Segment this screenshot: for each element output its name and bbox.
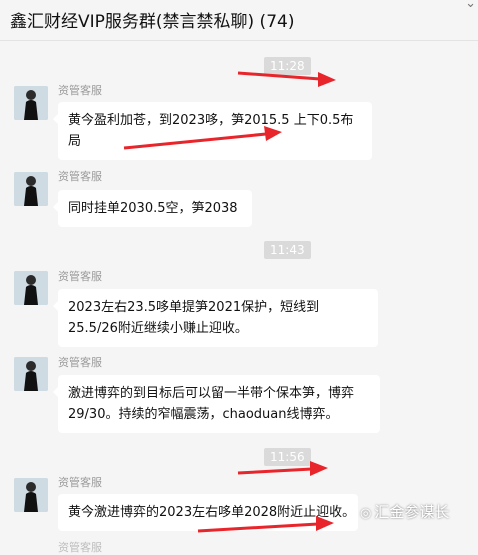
weibo-icon: ◎ (360, 506, 372, 521)
avatar-icon (14, 478, 48, 512)
watermark-text: 汇金参谋长 (374, 503, 450, 521)
chat-title: 鑫汇财经VIP服务群(禁言禁私聊) (74) (10, 12, 295, 32)
message-bubble[interactable]: 黄今盈利加苍，到2023哆，笋2015.5 上下0.5布局 (53, 102, 372, 160)
timestamp: 11:43 (264, 241, 311, 259)
message-bubble[interactable]: 激进博弈的到目标后可以留一半带个保本笋，博弈29/30。持续的窄幅震荡，chao… (53, 375, 380, 433)
timestamp: 11:28 (264, 57, 311, 75)
sender-name: 资管客服 (58, 270, 102, 283)
sender-name: 资管客服 (58, 84, 102, 97)
message-bubble[interactable]: 黄今激进博弈的2023左右哆单2028附近止迎收。 (58, 494, 358, 531)
avatar-icon (14, 172, 48, 206)
sender-name: 资管客服 (58, 356, 102, 369)
sender-name: 资管客服 (58, 541, 102, 554)
chat-header: 鑫汇财经VIP服务群(禁言禁私聊) (74) ⌄ (0, 0, 478, 41)
avatar-icon (14, 86, 48, 120)
more-icon[interactable]: ⌄ (465, 0, 476, 11)
message-bubble[interactable]: 同时挂单2030.5空，笋2038 (53, 190, 252, 227)
avatar[interactable] (14, 172, 48, 206)
avatar[interactable] (14, 271, 48, 305)
avatar-icon (14, 271, 48, 305)
timestamp: 11:56 (264, 448, 311, 466)
sender-name: 资管客服 (58, 476, 102, 489)
avatar[interactable] (14, 357, 48, 391)
watermark: ◎ 汇金参谋长 (360, 501, 449, 522)
message-bubble[interactable]: 2023左右23.5哆单提笋2021保护，短线到25.5/26附近继续小赚止迎收… (53, 289, 378, 347)
avatar-icon (14, 357, 48, 391)
sender-name: 资管客服 (58, 170, 102, 183)
avatar[interactable] (14, 478, 48, 512)
avatar[interactable] (14, 86, 48, 120)
